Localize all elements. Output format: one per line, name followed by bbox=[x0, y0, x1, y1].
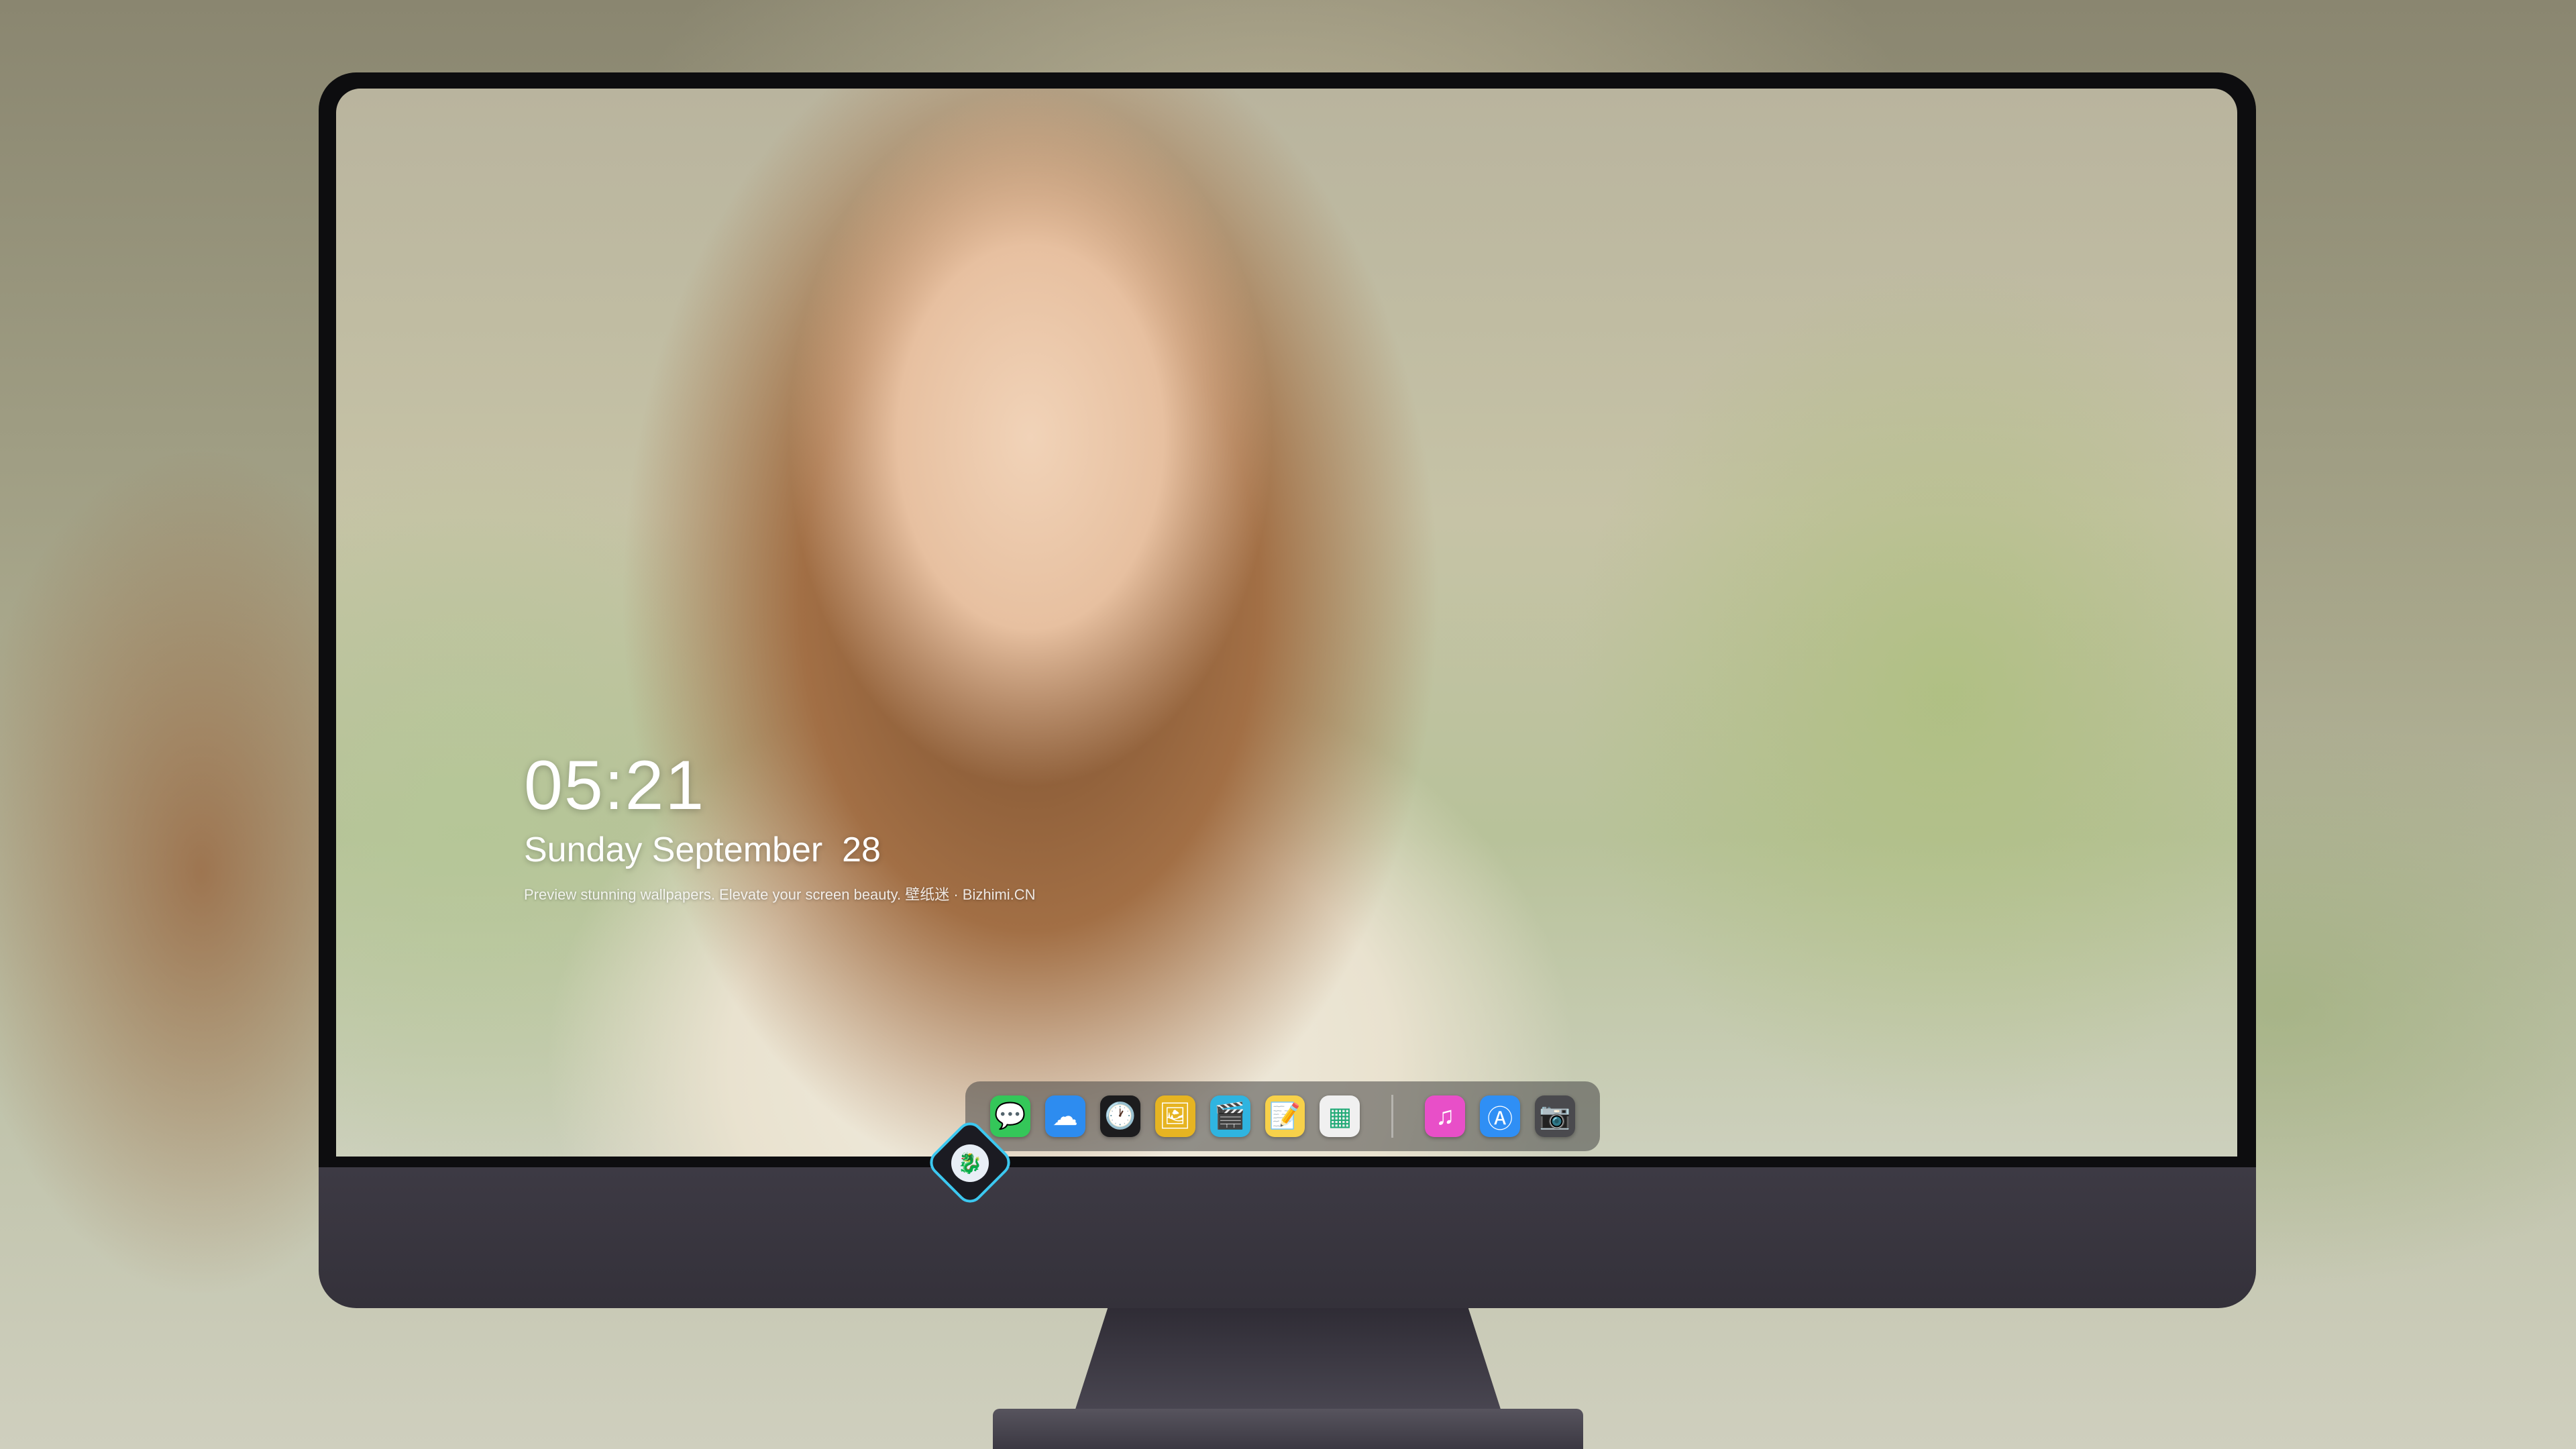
monitor-chin bbox=[319, 1167, 2256, 1308]
messages-icon[interactable]: 💬 bbox=[990, 1095, 1030, 1137]
monitor-stand-base bbox=[993, 1409, 1583, 1449]
wallpaper-caption: Preview stunning wallpapers. Elevate you… bbox=[524, 886, 1036, 903]
clock-date: Sunday September 28 bbox=[524, 830, 881, 869]
itunes-icon[interactable]: ♫ bbox=[1425, 1095, 1466, 1137]
monitor-stand-neck bbox=[1073, 1308, 1503, 1415]
monitor-bezel: 05:21 Sunday September 28 Preview stunni… bbox=[319, 72, 2256, 1167]
notes-icon[interactable]: 📝 bbox=[1265, 1095, 1305, 1137]
dragon-face-icon: 🐉 bbox=[951, 1144, 989, 1182]
preview-icon[interactable]: 🖼 bbox=[1155, 1095, 1195, 1137]
clock-time: 05:21 bbox=[524, 747, 706, 824]
clock-icon[interactable]: 🕐 bbox=[1099, 1095, 1140, 1137]
app-store-icon[interactable]: Ⓐ bbox=[1480, 1095, 1521, 1137]
lock-screen[interactable]: 05:21 Sunday September 28 Preview stunni… bbox=[336, 89, 2237, 1157]
dock: 💬 ☁ 🕐 🖼 🎬 📝 ▦ ♫ Ⓐ 📷 bbox=[965, 1081, 1600, 1151]
monitor: 05:21 Sunday September 28 Preview stunni… bbox=[319, 72, 2256, 1308]
weather-icon[interactable]: ☁ bbox=[1044, 1095, 1085, 1137]
camera-icon[interactable]: 📷 bbox=[1535, 1095, 1575, 1137]
photo-booth-icon[interactable]: ▦ bbox=[1320, 1095, 1360, 1137]
clips-icon[interactable]: 🎬 bbox=[1210, 1095, 1250, 1137]
dock-separator bbox=[1391, 1095, 1394, 1138]
